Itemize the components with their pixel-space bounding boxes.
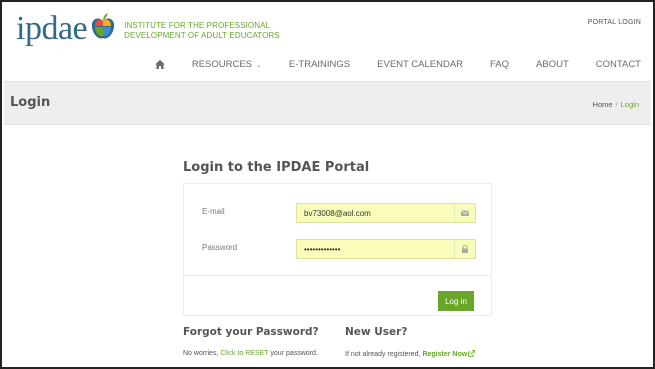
password-addon xyxy=(454,240,475,258)
breadcrumb-home[interactable]: Home xyxy=(593,100,613,109)
email-addon xyxy=(454,204,475,222)
external-link-icon xyxy=(468,350,476,357)
form-divider xyxy=(184,275,491,276)
password-label: Password xyxy=(202,243,238,252)
page-title: Login xyxy=(10,95,51,110)
main-nav: RESOURCES ⌄ E-TRAININGS EVENT CALENDAR F… xyxy=(154,59,641,70)
site-logo[interactable]: ipdae INSTITUTE FOR THE PROFESSIONAL DEV… xyxy=(16,12,280,46)
new-user-text: If not already registered, Register Now xyxy=(345,350,476,358)
forgot-password-text: No worries, Click to RESET your password… xyxy=(183,350,318,357)
envelope-icon xyxy=(461,210,469,216)
reset-password-link[interactable]: Click to RESET xyxy=(220,350,268,357)
login-heading: Login to the IPDAE Portal xyxy=(183,160,370,175)
tagline-line-1: INSTITUTE FOR THE PROFESSIONAL xyxy=(124,21,271,30)
email-input[interactable] xyxy=(297,204,454,222)
lock-icon xyxy=(462,245,468,253)
tagline-line-2: DEVELOPMENT OF ADULT EDUCATORS xyxy=(124,31,280,40)
nav-resources-label: RESOURCES xyxy=(191,59,253,70)
nav-contact[interactable]: CONTACT xyxy=(596,59,641,70)
chevron-down-icon: ⌄ xyxy=(256,61,262,69)
logo-wordmark: ipdae xyxy=(16,10,88,47)
register-now-link[interactable]: Register Now xyxy=(422,350,476,358)
register-now-label: Register Now xyxy=(422,351,468,358)
nav-resources[interactable]: RESOURCES ⌄ xyxy=(192,59,262,70)
new-user-heading: New User? xyxy=(345,326,408,338)
portal-login-link[interactable]: PORTAL LOGIN xyxy=(588,19,641,26)
breadcrumb-current: Login xyxy=(620,100,639,109)
nav-faq[interactable]: FAQ xyxy=(490,59,509,70)
login-form: E-mail Password Log in xyxy=(183,183,492,316)
home-icon xyxy=(154,60,165,69)
forgot-password-heading: Forgot your Password? xyxy=(183,326,319,338)
email-field-group xyxy=(296,203,476,223)
login-button[interactable]: Log in xyxy=(438,291,474,311)
forgot-text-before: No worries, xyxy=(183,350,221,357)
email-label: E-mail xyxy=(202,207,225,216)
password-input[interactable] xyxy=(297,240,454,258)
apple-logo-icon xyxy=(92,13,115,39)
page-title-bar: Login Home / Login xyxy=(4,81,651,125)
new-user-text-before: If not already registered, xyxy=(345,351,423,358)
password-field-group xyxy=(296,239,476,259)
logo-tagline: INSTITUTE FOR THE PROFESSIONAL DEVELOPME… xyxy=(124,21,280,41)
forgot-text-after: your password. xyxy=(268,350,318,357)
breadcrumb-separator: / xyxy=(615,100,618,109)
nav-about[interactable]: ABOUT xyxy=(536,59,569,70)
nav-home[interactable] xyxy=(154,60,165,69)
breadcrumb: Home / Login xyxy=(593,100,639,109)
nav-event-calendar[interactable]: EVENT CALENDAR xyxy=(377,59,463,70)
nav-e-trainings[interactable]: E-TRAININGS xyxy=(289,59,350,70)
